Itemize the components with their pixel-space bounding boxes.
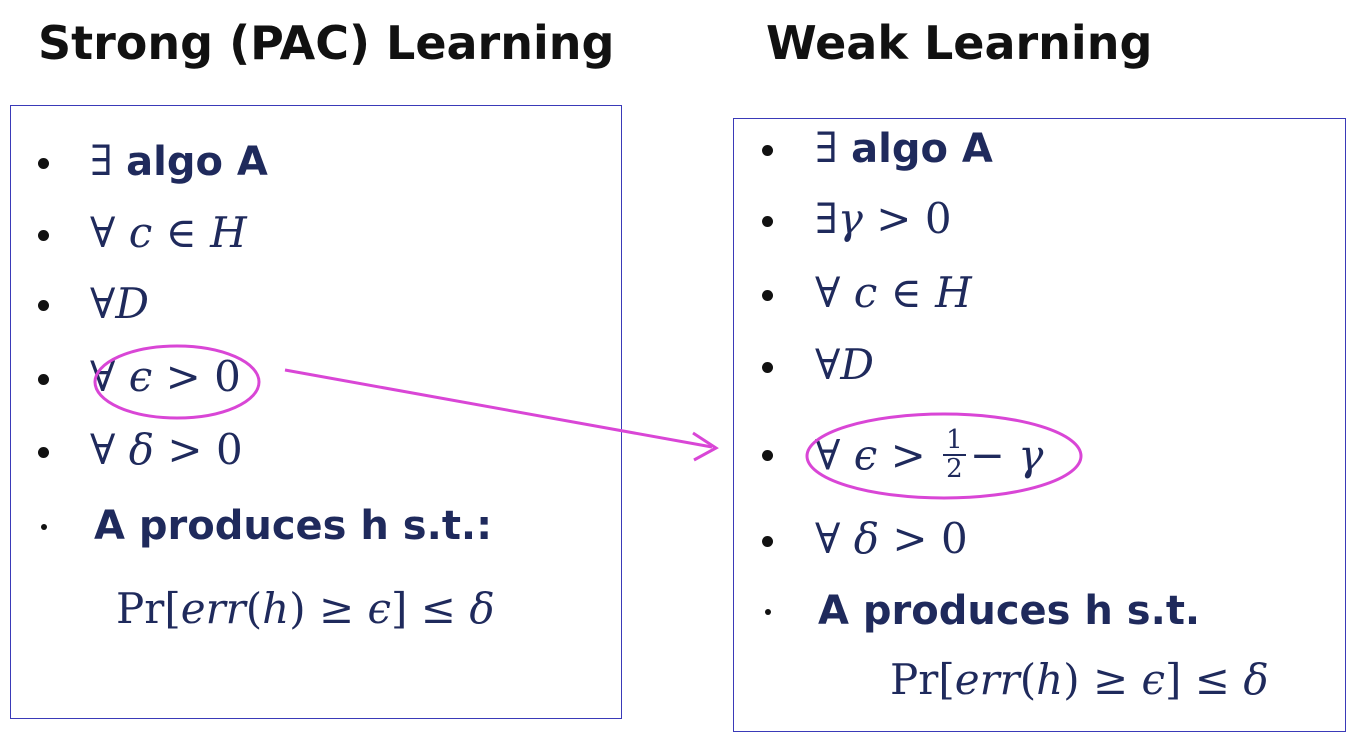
bullet [38, 374, 49, 385]
arrow-head [692, 431, 719, 462]
bullet [765, 609, 771, 615]
bullet [762, 362, 773, 373]
bullet [762, 450, 773, 461]
bullet [38, 300, 49, 311]
list-item-exists-algo: ∃ algo A [815, 123, 993, 172]
list-item-forall-d: ∀D [90, 279, 150, 328]
bullet [38, 158, 49, 169]
list-item-forall-c: ∀ c ∈ H [815, 268, 972, 317]
list-item-forall-d: ∀D [815, 340, 875, 389]
fraction-one-half: 12 [943, 426, 966, 484]
list-item-produces: A produces h s.t.: [94, 503, 493, 549]
formula-left: Pr[err(h) ≥ ϵ] ≤ δ [116, 584, 495, 633]
list-item-exists-gamma: ∃γ > 0 [815, 194, 952, 243]
list-item-produces: A produces h s.t. [818, 588, 1201, 634]
bullet [762, 145, 773, 156]
list-item-forall-epsilon: ∀ ϵ > 1 2− γ [815, 425, 1044, 485]
bullet [762, 290, 773, 301]
heading-weak-learning: Weak Learning [766, 16, 1153, 70]
heading-strong-learning: Strong (PAC) Learning [38, 16, 615, 70]
bullet [762, 536, 773, 547]
list-item-exists-algo: ∃ algo A [90, 136, 268, 185]
bullet [41, 524, 47, 530]
bullet [762, 216, 773, 227]
formula-right: Pr[err(h) ≥ ϵ] ≤ δ [890, 655, 1269, 704]
list-item-forall-delta: ∀ δ > 0 [815, 514, 968, 563]
bullet [38, 447, 49, 458]
bullet [38, 230, 49, 241]
list-item-forall-c: ∀ c ∈ H [90, 208, 247, 257]
list-item-forall-delta: ∀ δ > 0 [90, 425, 243, 474]
list-item-forall-epsilon: ∀ ϵ > 0 [90, 352, 241, 401]
